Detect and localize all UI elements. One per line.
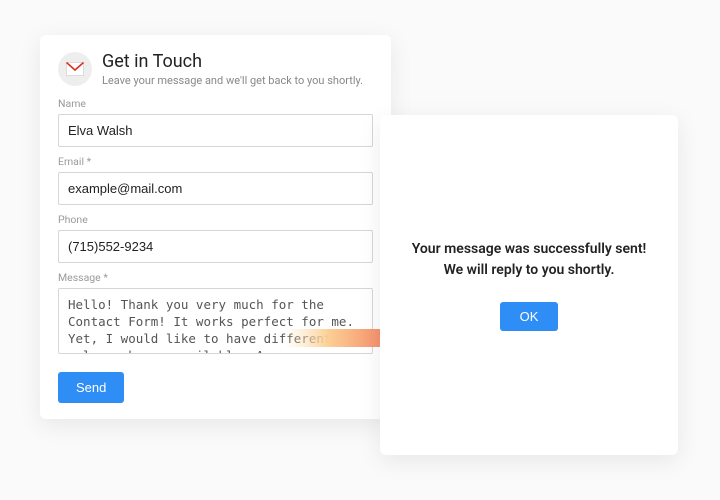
ok-button[interactable]: OK	[500, 302, 559, 331]
name-label: Name	[58, 97, 373, 110]
message-field[interactable]: Hello! Thank you very much for the Conta…	[58, 288, 373, 354]
form-title: Get in Touch	[102, 51, 363, 72]
send-button[interactable]: Send	[58, 372, 124, 403]
email-field[interactable]	[58, 172, 373, 205]
email-label: Email *	[58, 155, 373, 168]
phone-field[interactable]	[58, 230, 373, 263]
form-heading-block: Get in Touch Leave your message and we'l…	[102, 51, 363, 87]
mail-icon	[58, 52, 92, 86]
form-header: Get in Touch Leave your message and we'l…	[58, 51, 373, 87]
success-card: Your message was successfully sent! We w…	[380, 115, 678, 455]
contact-form-card: Get in Touch Leave your message and we'l…	[40, 35, 391, 419]
success-message: Your message was successfully sent! We w…	[406, 239, 652, 280]
name-field[interactable]	[58, 114, 373, 147]
form-subtitle: Leave your message and we'll get back to…	[102, 74, 363, 87]
phone-label: Phone	[58, 213, 373, 226]
message-label: Message *	[58, 271, 373, 284]
